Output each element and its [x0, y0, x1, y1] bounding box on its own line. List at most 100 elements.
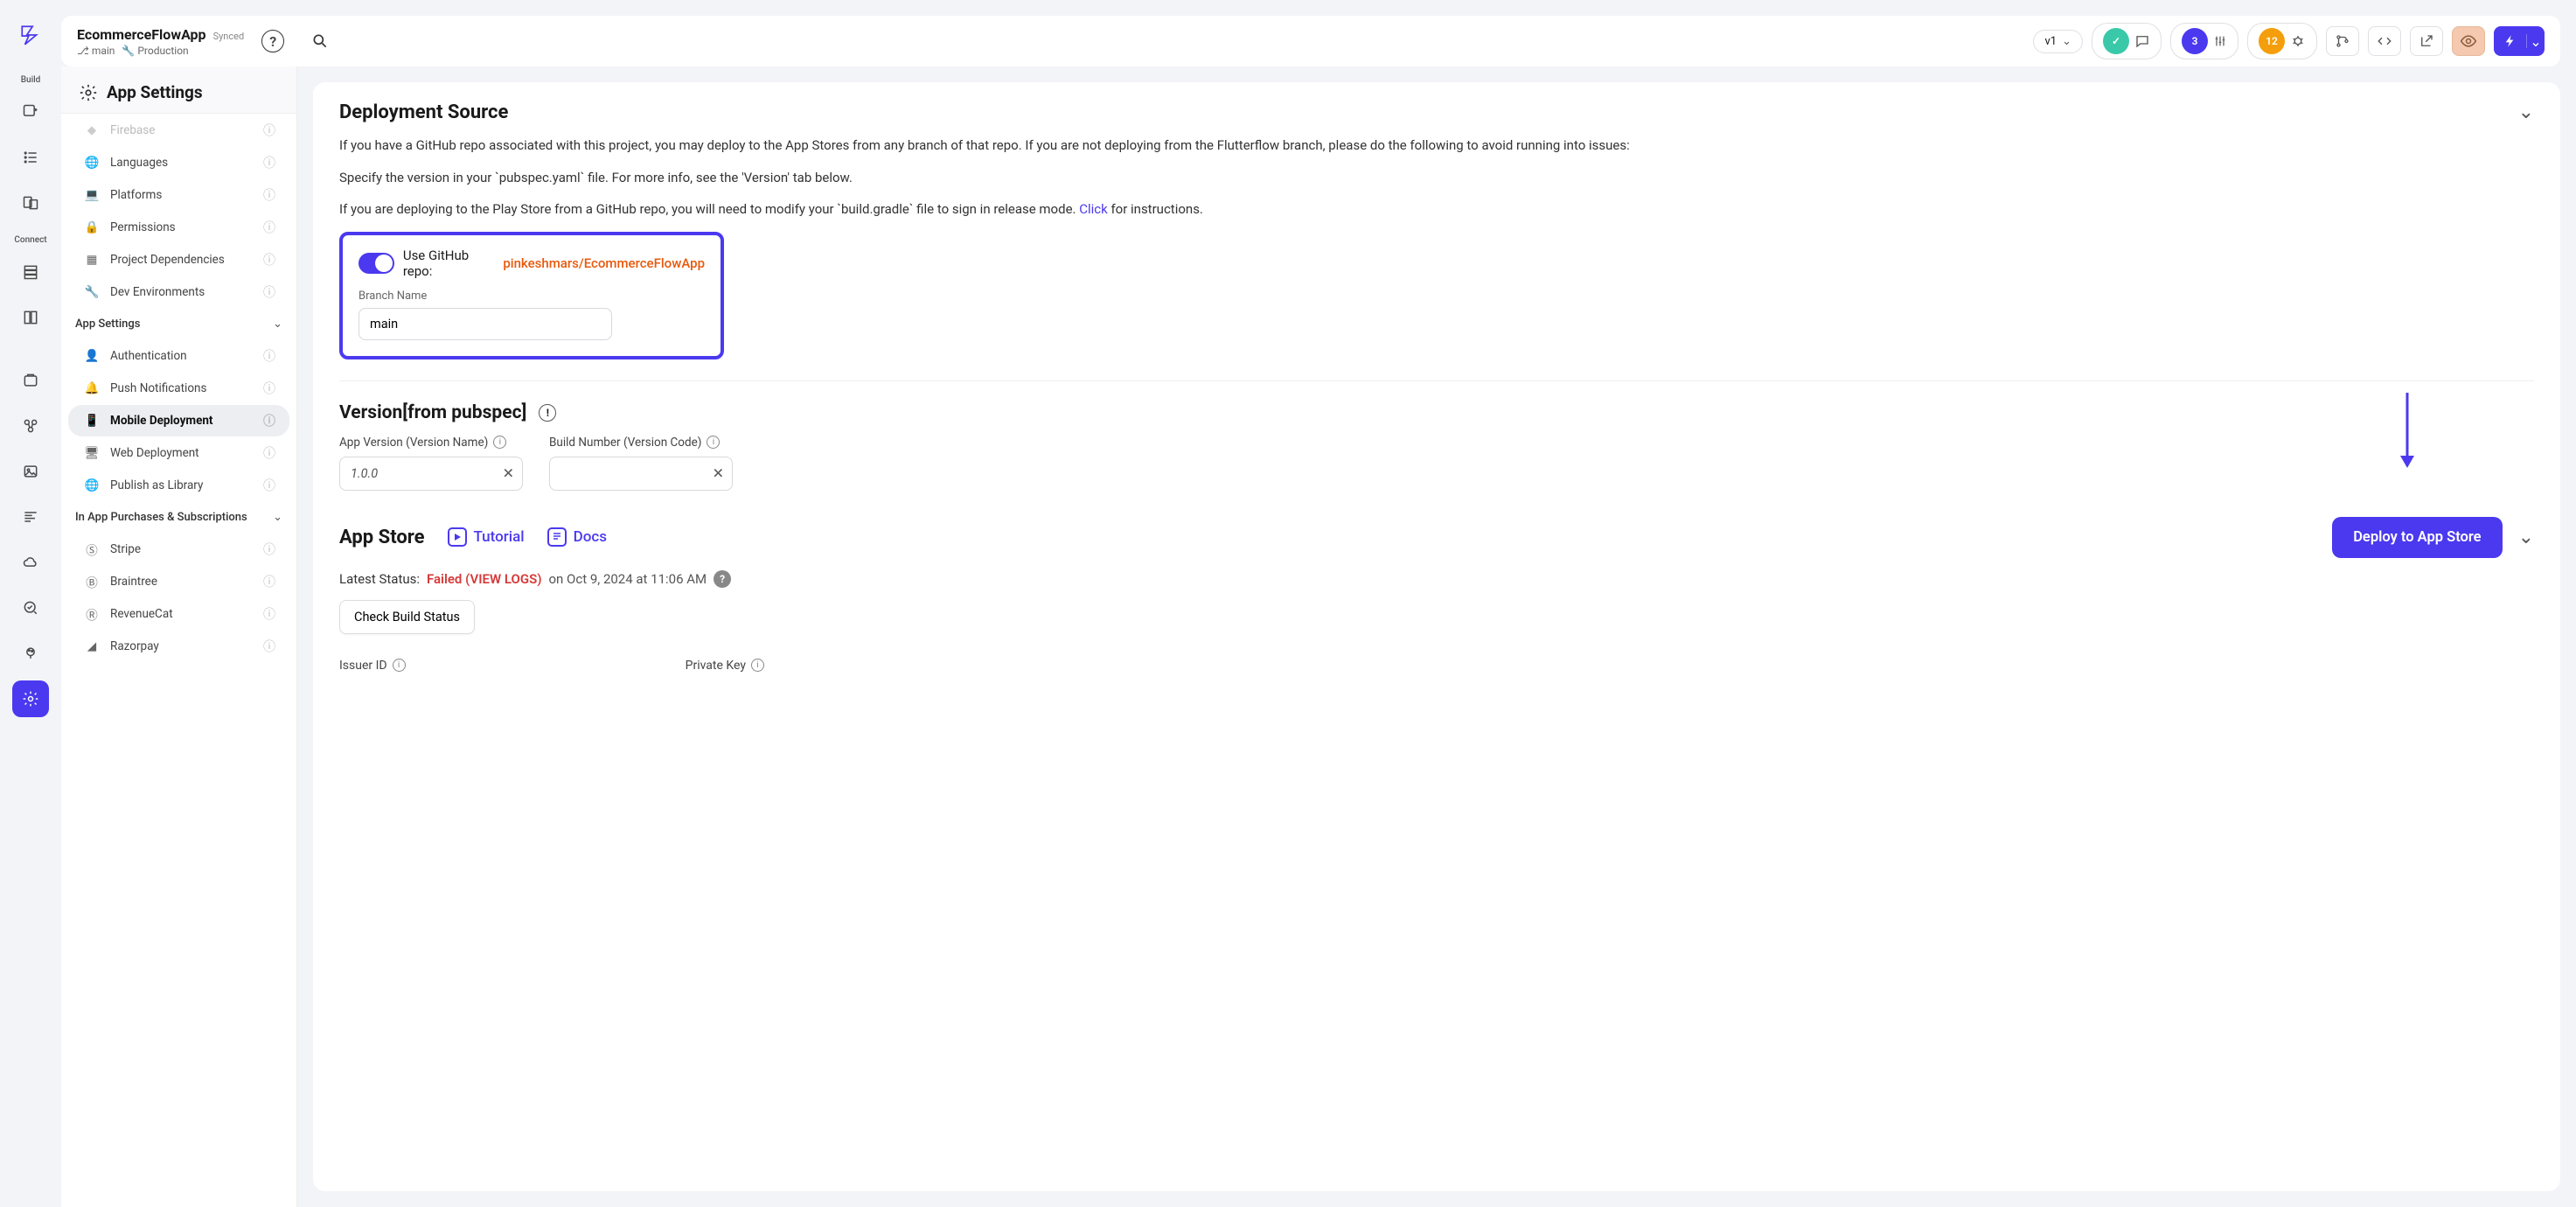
open-external-button[interactable] [2410, 26, 2443, 56]
sidebar-item-stripe[interactable]: ⓈStripeⓘ [68, 534, 289, 565]
globe-icon: 🌐 [84, 478, 100, 492]
lock-icon: 🔒 [84, 220, 100, 234]
branch-indicator[interactable]: ⎇ main [77, 45, 115, 57]
deploy-button[interactable]: Deploy to App Store [2332, 517, 2502, 558]
run-button[interactable]: ⌄ [2494, 26, 2545, 56]
sidebar-section-inapp[interactable]: In App Purchases & Subscriptions⌄ [61, 502, 296, 533]
wrench-icon: 🔧 [84, 285, 100, 299]
app-version-label: App Version (Version Name)i [339, 436, 523, 450]
tutorial-link[interactable]: Tutorial [448, 527, 525, 547]
collapse-icon[interactable]: ⌄ [2518, 101, 2534, 123]
version-selector[interactable]: v1⌄ [2033, 30, 2083, 53]
check-task-icon[interactable] [12, 590, 49, 626]
chevron-down-icon: ⌄ [273, 317, 282, 331]
gear-icon [79, 83, 98, 102]
sync-status: Synced [213, 31, 245, 42]
sidebar-item-devenv[interactable]: 🔧Dev Environmentsⓘ [68, 276, 289, 308]
sidebar-item-dependencies[interactable]: ▦Project Dependenciesⓘ [68, 244, 289, 276]
app-version-input[interactable] [339, 457, 523, 491]
deployment-desc-2: Specify the version in your `pubspec.yam… [339, 168, 2534, 188]
build-number-input[interactable] [549, 457, 733, 491]
project-title: EcommerceFlowApp [77, 26, 206, 43]
theme-icon[interactable] [12, 635, 49, 672]
revenuecat-icon: Ⓡ [84, 605, 100, 623]
add-widget-icon[interactable] [12, 94, 49, 130]
settings-icon[interactable] [12, 680, 49, 717]
help-icon[interactable]: ? [261, 30, 284, 52]
deployment-desc-1: If you have a GitHub repo associated wit… [339, 136, 2534, 156]
sidebar-item-razorpay[interactable]: ◢Razorpayⓘ [68, 631, 289, 662]
sidebar-item-languages[interactable]: 🌐Languagesⓘ [68, 147, 289, 178]
branch-name-label: Branch Name [359, 290, 705, 303]
functions-icon[interactable] [12, 408, 49, 444]
check-icon: ✓ [2103, 28, 2129, 54]
sidebar-item-publish-library[interactable]: 🌐Publish as Libraryⓘ [68, 470, 289, 501]
info-icon[interactable]: i [751, 659, 764, 672]
sidebar-item-auth[interactable]: 👤Authenticationⓘ [68, 340, 289, 372]
search-icon[interactable] [302, 23, 338, 59]
check-build-status-button[interactable]: Check Build Status [339, 600, 475, 634]
sidebar-section-appsettings[interactable]: App Settings⌄ [61, 309, 296, 339]
run-dropdown-icon[interactable]: ⌄ [2527, 33, 2545, 50]
clear-icon[interactable]: ✕ [713, 465, 724, 482]
sidebar-item-push[interactable]: 🔔Push Notificationsⓘ [68, 373, 289, 404]
docs-icon [547, 527, 567, 547]
branch-button[interactable] [2326, 26, 2359, 56]
latest-status-label: Latest Status: [339, 571, 420, 587]
info-icon[interactable]: i [493, 436, 506, 449]
sidebar-item-revenuecat[interactable]: ⓇRevenueCatⓘ [68, 598, 289, 630]
list-icon[interactable] [12, 139, 49, 176]
bug-icon [2290, 33, 2306, 49]
status-check-pill[interactable]: ✓ [2092, 23, 2162, 59]
warnings-count-badge: 12 [2259, 28, 2285, 54]
sidebar-item-firebase[interactable]: ◆Firebaseⓘ [68, 115, 289, 146]
use-github-label: Use GitHub repo: [403, 248, 494, 279]
deployment-source-title: Deployment Source [339, 101, 508, 123]
view-logs-link[interactable]: Failed (VIEW LOGS) [427, 571, 541, 587]
logo-icon [17, 22, 44, 48]
info-icon: ⓘ [263, 347, 275, 365]
info-icon[interactable]: i [707, 436, 720, 449]
info-icon: ⓘ [263, 380, 275, 397]
sidebar-item-platforms[interactable]: 💻Platformsⓘ [68, 179, 289, 211]
sliders-icon [2213, 34, 2227, 48]
clear-icon[interactable]: ✕ [503, 465, 514, 482]
build-number-label: Build Number (Version Code)i [549, 436, 733, 450]
play-icon [448, 527, 467, 547]
globe-icon: 🌐 [84, 156, 100, 170]
database-icon[interactable] [12, 254, 49, 290]
collapse-icon[interactable]: ⌄ [2518, 527, 2534, 548]
top-bar: EcommerceFlowApp Synced ⎇ main 🔧 Product… [61, 16, 2560, 66]
sidebar-item-braintree[interactable]: ⒷBraintreeⓘ [68, 566, 289, 597]
sidebar-title: App Settings [61, 66, 296, 114]
help-icon[interactable]: ? [714, 570, 731, 588]
razorpay-icon: ◢ [84, 639, 100, 653]
cloud-icon[interactable] [12, 544, 49, 581]
align-icon[interactable] [12, 499, 49, 535]
warning-icon[interactable]: ! [539, 404, 556, 422]
sidebar-item-permissions[interactable]: 🔒Permissionsⓘ [68, 212, 289, 243]
use-github-toggle[interactable] [359, 253, 394, 274]
docs-link[interactable]: Docs [547, 527, 607, 547]
code-button[interactable] [2368, 26, 2401, 56]
form-icon[interactable] [12, 299, 49, 336]
left-rail: Build Connect [0, 0, 61, 1207]
instructions-link[interactable]: Click [1079, 201, 1108, 217]
devices-icon[interactable] [12, 185, 49, 221]
warnings-pill[interactable]: 12 [2247, 23, 2317, 59]
info-icon[interactable]: i [393, 659, 406, 672]
preview-button[interactable] [2452, 26, 2485, 56]
sidebar-item-mobile-deployment[interactable]: 📱Mobile Deploymentⓘ [68, 405, 289, 436]
folder-icon[interactable] [12, 362, 49, 399]
github-repo-name: pinkeshmars/EcommerceFlowApp [503, 255, 705, 271]
issues-pill[interactable]: 3 [2170, 23, 2238, 59]
image-icon[interactable] [12, 453, 49, 490]
info-icon: ⓘ [263, 186, 275, 204]
branch-name-input[interactable] [359, 308, 612, 340]
status-date: on Oct 9, 2024 at 11:06 AM [548, 571, 707, 587]
env-indicator[interactable]: 🔧 Production [122, 45, 188, 57]
version-title: Version[from pubspec] [339, 402, 526, 423]
issuer-id-label: Issuer IDi [339, 659, 406, 673]
info-icon: ⓘ [263, 154, 275, 171]
sidebar-item-web-deployment[interactable]: 🖥Web Deploymentⓘ [68, 437, 289, 469]
